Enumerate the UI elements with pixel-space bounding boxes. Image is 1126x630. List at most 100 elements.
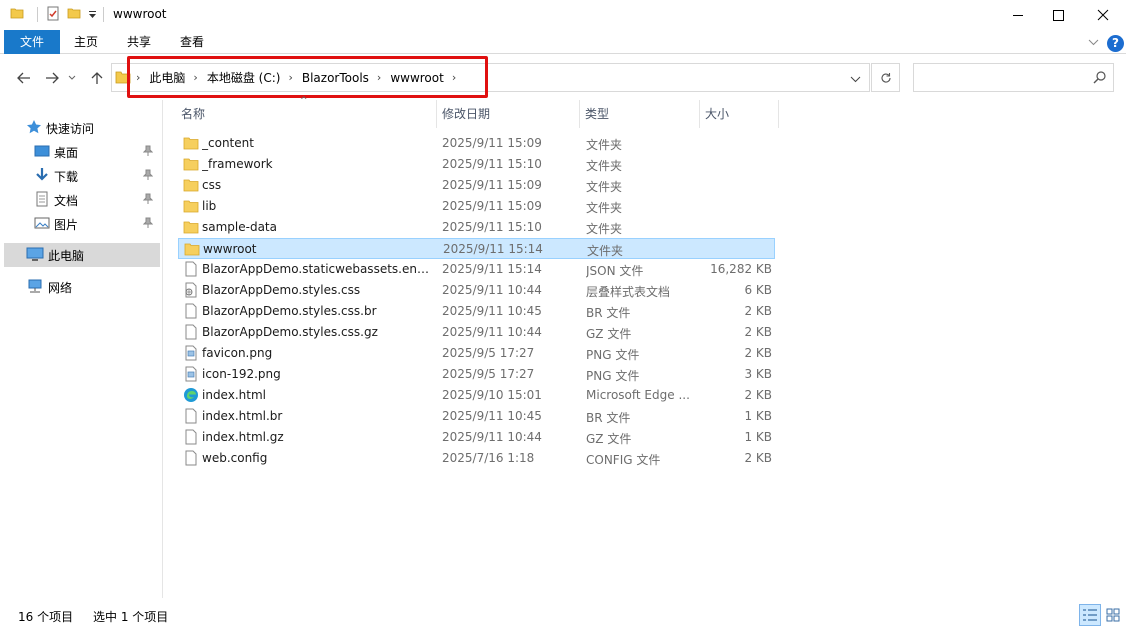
file-date: 2025/9/11 15:14 — [443, 242, 543, 256]
file-size: 2 KB — [744, 325, 772, 339]
file-row[interactable]: index.html.gz 2025/9/11 10:44 GZ 文件 1 KB — [178, 427, 775, 448]
file-icon — [183, 303, 199, 319]
pin-icon[interactable] — [142, 193, 154, 208]
file-name: favicon.png — [202, 346, 273, 360]
image-file-icon — [183, 366, 199, 382]
sidebar-item-pictures[interactable]: 图片 — [34, 212, 160, 236]
file-name: wwwroot — [203, 242, 257, 256]
file-date: 2025/9/11 10:44 — [442, 325, 542, 339]
folder-icon — [183, 135, 199, 151]
column-header-type[interactable]: 类型 — [581, 100, 700, 128]
file-row[interactable]: _framework 2025/9/11 15:10 文件夹 — [178, 154, 775, 175]
file-icon — [183, 408, 199, 424]
file-row[interactable]: _content 2025/9/11 15:09 文件夹 — [178, 133, 775, 154]
file-size: 16,282 KB — [710, 262, 772, 276]
file-size: 2 KB — [744, 388, 772, 402]
file-date: 2025/9/11 15:09 — [442, 178, 542, 192]
status-bar: 16 个项目 选中 1 个项目 — [0, 598, 1126, 630]
file-row[interactable]: index.html 2025/9/10 15:01 Microsoft Edge … — [178, 385, 775, 406]
sidebar-item-this-pc[interactable]: 此电脑 — [4, 243, 160, 267]
close-button[interactable] — [1080, 0, 1126, 30]
details-view-button[interactable] — [1079, 604, 1101, 626]
back-button[interactable] — [14, 68, 34, 88]
file-name: _content — [202, 136, 254, 150]
file-size: 2 KB — [744, 346, 772, 360]
column-header-name[interactable]: 名称 — [177, 100, 437, 128]
file-date: 2025/9/11 10:45 — [442, 409, 542, 423]
pin-icon[interactable] — [142, 145, 154, 160]
search-input[interactable] — [913, 63, 1114, 92]
file-size: 3 KB — [744, 367, 772, 381]
folder-icon — [183, 219, 199, 235]
file-size: 2 KB — [744, 451, 772, 465]
folder-icon — [184, 241, 200, 257]
file-type: 文件夹 — [586, 159, 623, 173]
refresh-button[interactable] — [871, 63, 900, 92]
navigation-pane: 快速访问 桌面 下载 文档 图片 此电脑 网络 — [0, 100, 163, 598]
file-row[interactable]: BlazorAppDemo.styles.css 2025/9/11 10:44 层… — [178, 280, 775, 301]
file-name: index.html.br — [202, 409, 283, 423]
tab-share[interactable]: 共享 — [119, 30, 159, 54]
file-row[interactable]: index.html.br 2025/9/11 10:45 BR 文件 1 KB — [178, 406, 775, 427]
file-type: PNG 文件 — [586, 348, 640, 362]
chevron-down-icon[interactable] — [1088, 36, 1099, 50]
forward-button[interactable] — [42, 68, 62, 88]
sidebar-item-desktop[interactable]: 桌面 — [34, 140, 160, 164]
file-row[interactable]: lib 2025/9/11 15:09 文件夹 — [178, 196, 775, 217]
tab-view[interactable]: 查看 — [172, 30, 212, 54]
ribbon-tabs: 文件 主页 共享 查看 ? — [0, 30, 1126, 54]
sidebar-item-documents[interactable]: 文档 — [34, 188, 160, 212]
file-date: 2025/9/11 15:09 — [442, 136, 542, 150]
up-button[interactable] — [87, 68, 107, 88]
file-row[interactable]: css 2025/9/11 15:09 文件夹 — [178, 175, 775, 196]
folder-icon — [183, 198, 199, 214]
maximize-button[interactable] — [1035, 0, 1081, 30]
file-name: index.html — [202, 388, 266, 402]
file-row[interactable]: web.config 2025/7/16 1:18 CONFIG 文件 2 KB — [178, 448, 775, 469]
file-type: 文件夹 — [587, 244, 624, 258]
file-row[interactable]: sample-data 2025/9/11 15:10 文件夹 — [178, 217, 775, 238]
sidebar-item-downloads[interactable]: 下载 — [34, 164, 160, 188]
pin-icon[interactable] — [142, 217, 154, 232]
file-row[interactable]: BlazorAppDemo.styles.css.br 2025/9/11 10:… — [178, 301, 775, 322]
new-folder-icon[interactable] — [67, 6, 81, 23]
folder-icon — [10, 6, 24, 23]
recent-locations-button[interactable] — [66, 68, 78, 88]
chevron-down-icon[interactable] — [850, 73, 861, 87]
column-header-size[interactable]: 大小 — [701, 100, 779, 128]
tab-file[interactable]: 文件 — [4, 30, 60, 54]
file-size: 1 KB — [744, 409, 772, 423]
title-bar: wwwroot — [0, 0, 1126, 30]
properties-icon[interactable] — [46, 6, 60, 24]
file-row[interactable]: favicon.png 2025/9/5 17:27 PNG 文件 2 KB — [178, 343, 775, 364]
file-type: 文件夹 — [586, 201, 623, 215]
customize-toolbar-icon[interactable] — [88, 9, 97, 23]
file-row[interactable]: icon-192.png 2025/9/5 17:27 PNG 文件 3 KB — [178, 364, 775, 385]
file-name: BlazorAppDemo.styles.css.gz — [202, 325, 378, 339]
pin-icon[interactable] — [142, 169, 154, 184]
pictures-icon — [34, 215, 50, 234]
folder-icon — [183, 177, 199, 193]
file-row[interactable]: BlazorAppDemo.staticwebassets.end... 2025… — [178, 259, 775, 280]
column-header-date[interactable]: 修改日期 — [438, 100, 580, 128]
file-date: 2025/9/11 15:10 — [442, 157, 542, 171]
file-row[interactable]: BlazorAppDemo.styles.css.gz 2025/9/11 10:… — [178, 322, 775, 343]
file-row[interactable]: wwwroot 2025/9/11 15:14 文件夹 — [178, 238, 775, 259]
tab-home[interactable]: 主页 — [66, 30, 106, 54]
file-icon — [183, 324, 199, 340]
large-icons-view-button[interactable] — [1102, 604, 1124, 626]
desktop-icon — [34, 143, 50, 162]
file-icon — [183, 261, 199, 277]
item-count: 16 个项目 — [18, 610, 74, 624]
file-name: BlazorAppDemo.staticwebassets.end... — [202, 262, 430, 276]
file-type: CONFIG 文件 — [586, 453, 661, 467]
file-name: web.config — [202, 451, 268, 465]
file-date: 2025/9/11 15:10 — [442, 220, 542, 234]
file-type: BR 文件 — [586, 306, 631, 320]
sidebar-item-network[interactable]: 网络 — [26, 275, 182, 299]
sidebar-item-quick-access[interactable]: 快速访问 — [26, 116, 182, 140]
file-size: 1 KB — [744, 430, 772, 444]
file-type: BR 文件 — [586, 411, 631, 425]
file-type: 层叠样式表文档 — [586, 285, 671, 299]
help-icon[interactable]: ? — [1107, 35, 1124, 52]
